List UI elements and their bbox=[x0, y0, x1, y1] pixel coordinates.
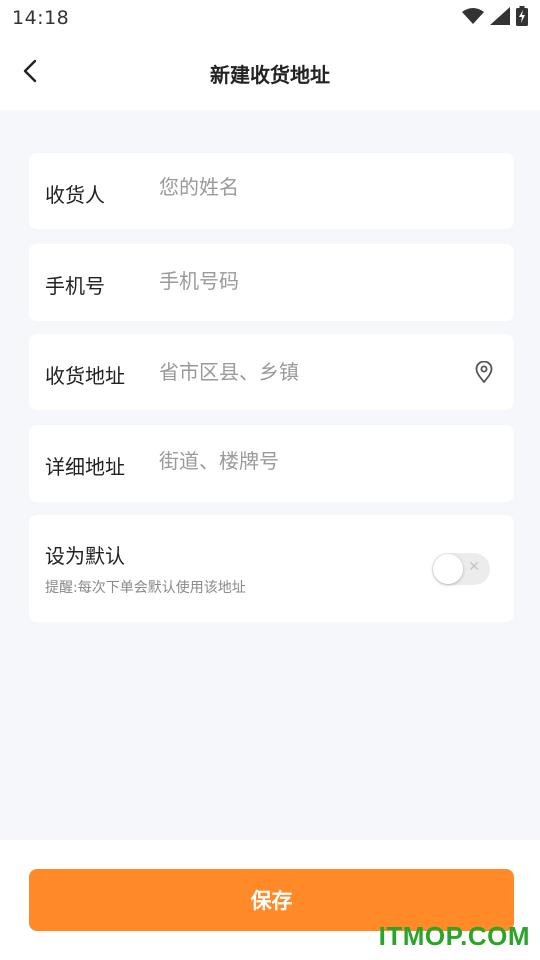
back-button[interactable] bbox=[10, 53, 50, 93]
status-icons bbox=[462, 6, 528, 30]
phone-row: 手机号 bbox=[29, 244, 514, 321]
header: 新建收货地址 bbox=[0, 36, 540, 110]
page-title: 新建收货地址 bbox=[210, 62, 330, 87]
chevron-left-icon bbox=[23, 59, 37, 87]
status-bar: 14:18 bbox=[0, 0, 540, 36]
detail-label: 详细地址 bbox=[45, 455, 125, 479]
default-setting-row: 设为默认 提醒:每次下单会默认使用该地址 ✕ bbox=[29, 515, 514, 622]
default-setting-title: 设为默认 bbox=[45, 544, 125, 568]
region-label: 收货地址 bbox=[45, 363, 125, 388]
signal-icon bbox=[490, 7, 510, 29]
bottom-bar: 保存 ITMOP.COM bbox=[0, 840, 540, 960]
toggle-off-x-icon: ✕ bbox=[468, 558, 480, 575]
phone-input[interactable] bbox=[159, 260, 498, 301]
watermark: ITMOP.COM bbox=[378, 921, 530, 951]
toggle-knob bbox=[433, 553, 463, 584]
screen: 14:18 新建收货地址 收货人 您的姓名 手机号 手机号码 收货地址 省市区县… bbox=[0, 0, 540, 960]
detail-input[interactable] bbox=[159, 440, 498, 481]
region-input[interactable] bbox=[159, 352, 472, 392]
receiver-input[interactable] bbox=[159, 167, 498, 207]
receiver-row: 收货人 bbox=[29, 153, 514, 229]
region-row[interactable]: 收货地址 bbox=[29, 334, 514, 410]
default-toggle[interactable]: ✕ bbox=[432, 552, 490, 585]
battery-charging-icon bbox=[516, 6, 528, 30]
default-setting-hint: 提醒:每次下单会默认使用该地址 bbox=[45, 580, 246, 596]
default-setting-text: 设为默认 提醒:每次下单会默认使用该地址 bbox=[45, 540, 432, 597]
receiver-label: 收货人 bbox=[45, 182, 105, 207]
wifi-icon bbox=[462, 7, 484, 29]
detail-row: 详细地址 bbox=[29, 425, 514, 502]
status-time: 14:18 bbox=[12, 7, 70, 29]
phone-label: 手机号 bbox=[45, 274, 105, 298]
location-pin-icon[interactable] bbox=[472, 360, 496, 384]
